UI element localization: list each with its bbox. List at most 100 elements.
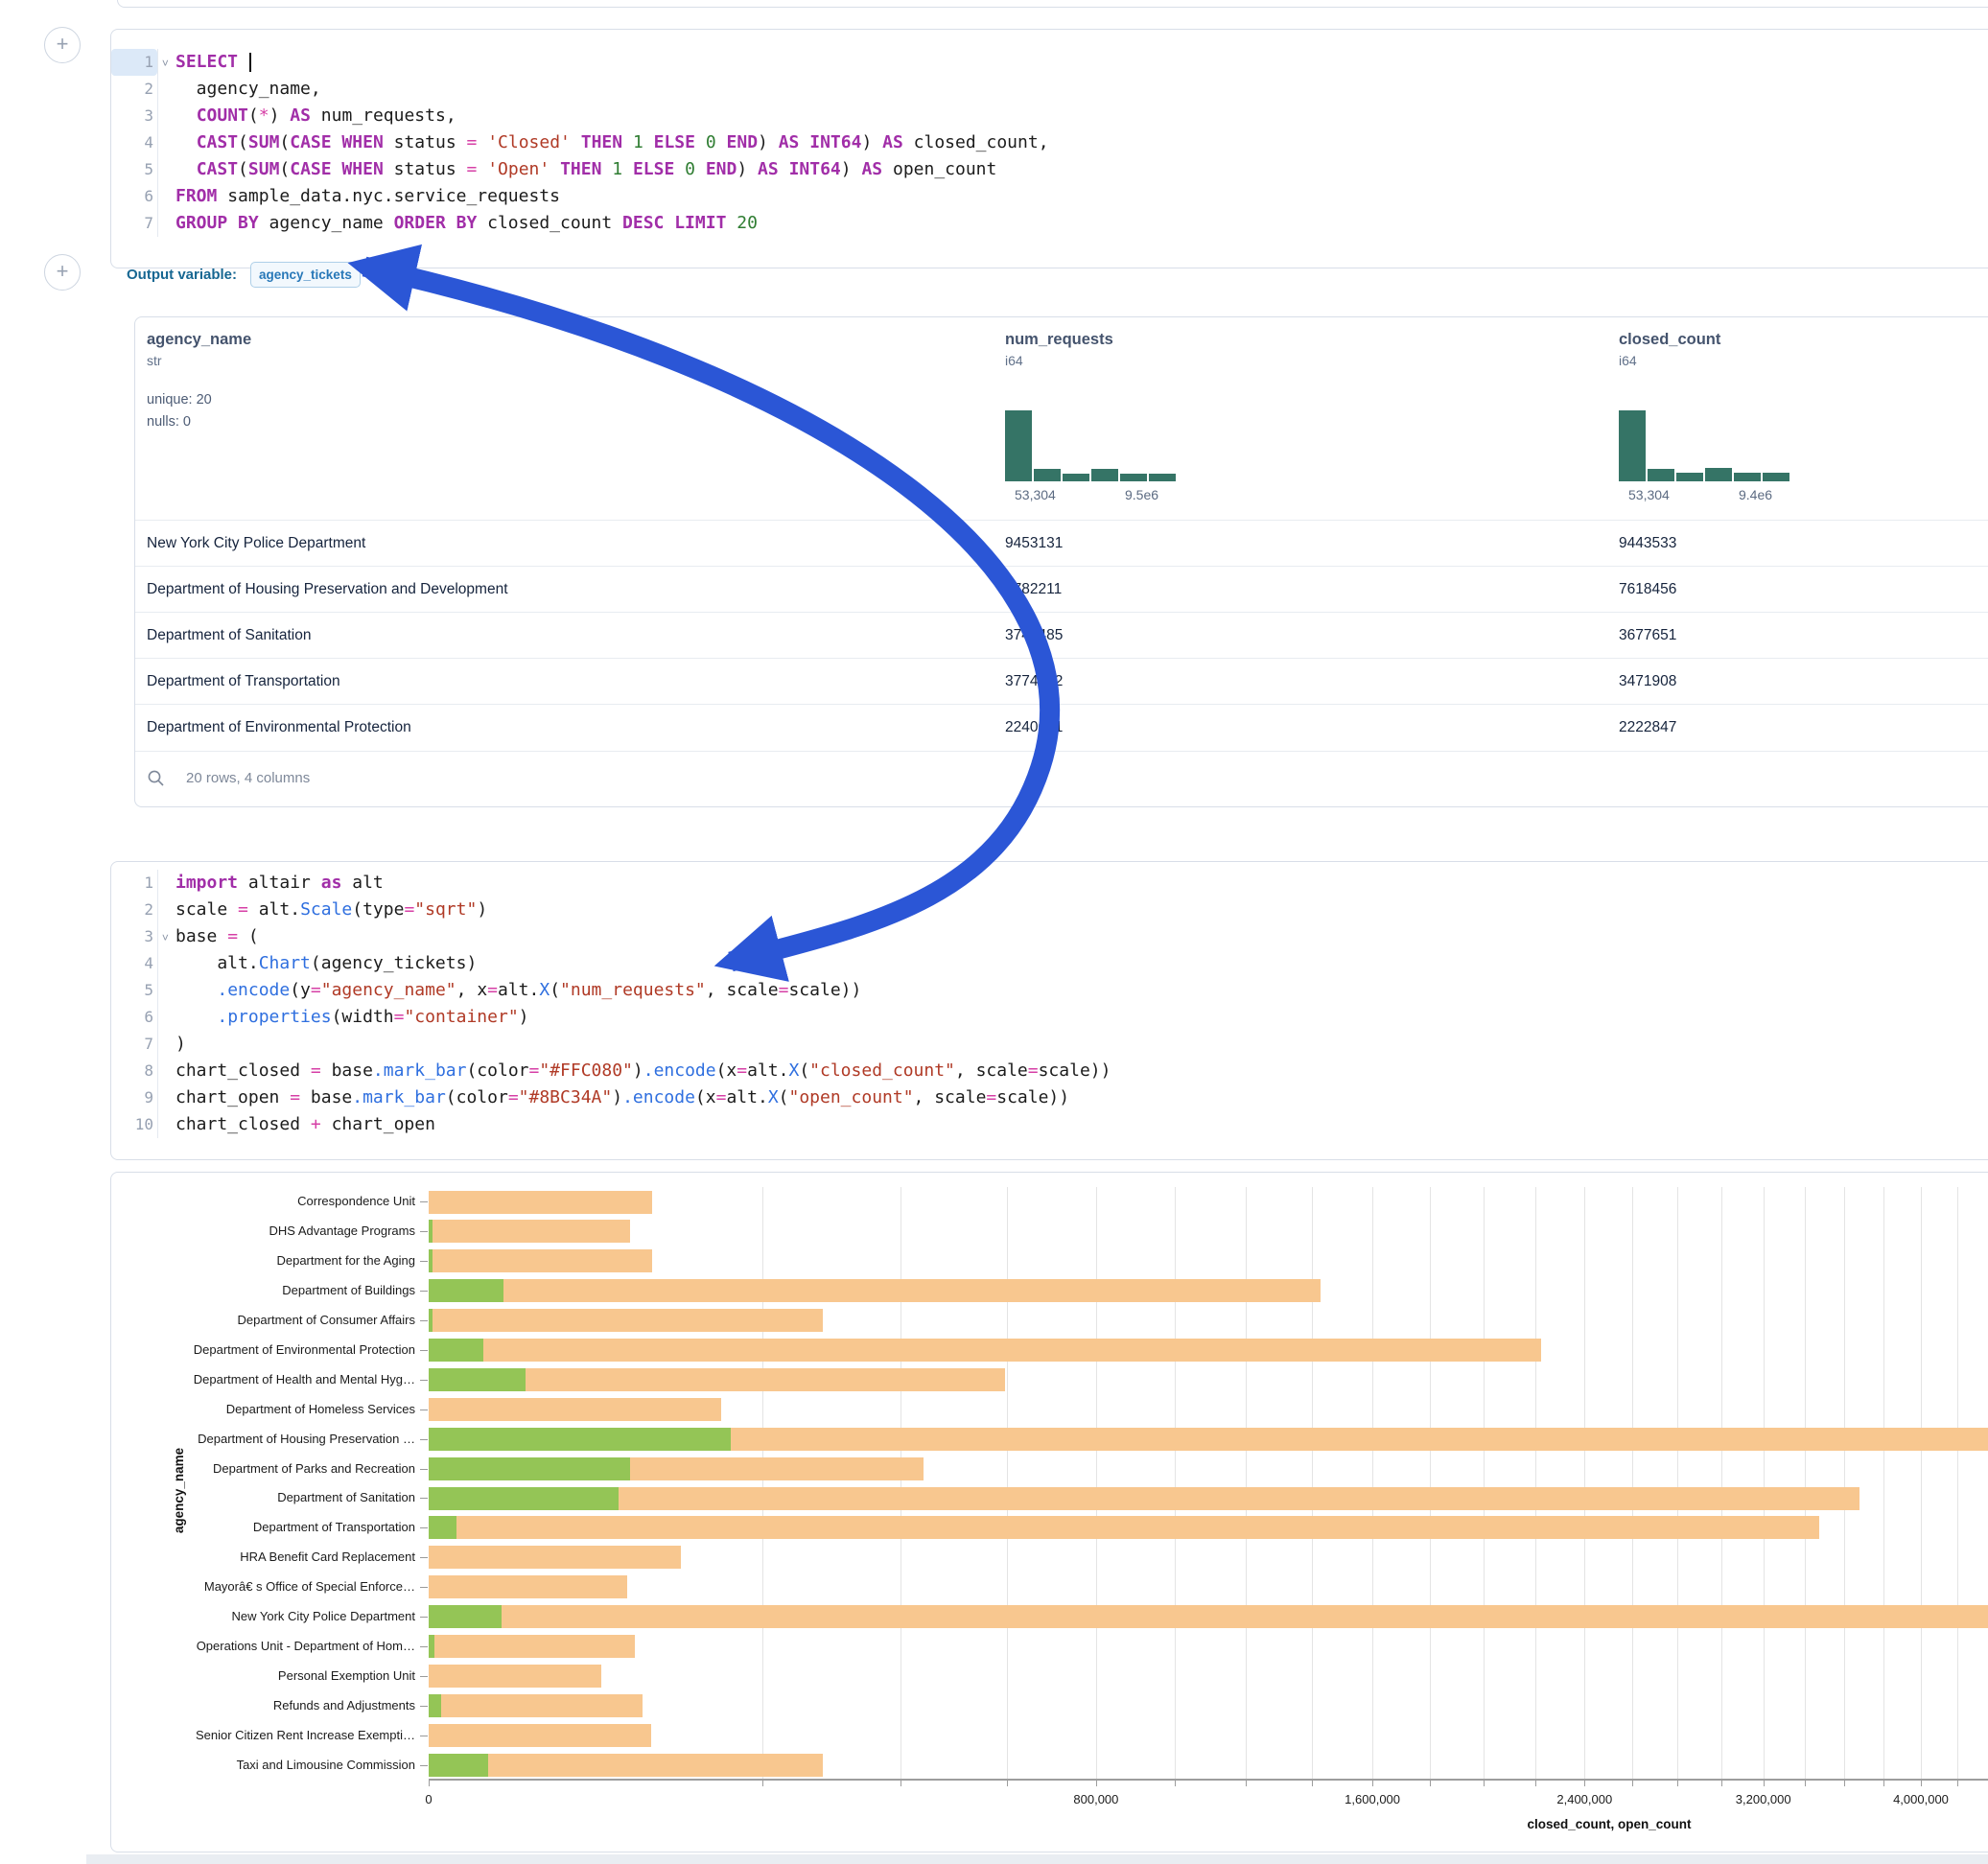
hist-min-label: 53,304	[1015, 487, 1056, 502]
output-variable-pill[interactable]: agency_tickets	[250, 262, 361, 288]
code-line[interactable]: 9chart_open = base.mark_bar(color="#8BC3…	[111, 1084, 1988, 1111]
code-line[interactable]: 7)	[111, 1031, 1988, 1058]
gridline	[1632, 1187, 1633, 1780]
table-cell: 2240041	[1005, 705, 1063, 751]
code-text: FROM sample_data.nyc.service_requests	[157, 183, 1988, 210]
table-cell: 7782211	[1005, 567, 1062, 613]
code-line[interactable]: 3˅base = (	[111, 923, 1988, 950]
add-cell-button[interactable]: +	[44, 254, 81, 291]
y-axis-tick	[420, 1261, 428, 1262]
stat-unique: unique: 20	[147, 389, 251, 411]
table-row[interactable]: Department of Transportation377489234719…	[135, 658, 1988, 705]
table-cell: 2222847	[1619, 705, 1676, 751]
sql-cell[interactable]: 1˅SELECT 2 agency_name,3 COUNT(*) AS num…	[110, 29, 1988, 268]
column-type: str	[147, 353, 251, 368]
fold-chevron-icon[interactable]: ˅	[162, 50, 169, 77]
table-row[interactable]: Department of Environmental Protection 22…	[135, 704, 1988, 752]
code-text: .encode(y="agency_name", x=alt.X("num_re…	[157, 977, 1988, 1004]
line-number: 2	[111, 897, 157, 923]
bar-open_count	[429, 1694, 441, 1717]
code-line[interactable]: 3 COUNT(*) AS num_requests,	[111, 103, 1988, 129]
table-cell: Department of Environmental Protection	[147, 705, 411, 751]
code-line[interactable]: 6FROM sample_data.nyc.service_requests	[111, 183, 1988, 210]
y-axis-label: Operations Unit - Department of Hom…	[111, 1639, 415, 1653]
bar-closed_count	[429, 1279, 1321, 1302]
gridline	[1677, 1187, 1678, 1780]
line-number: 9	[111, 1084, 157, 1111]
histogram-bar	[1063, 474, 1089, 481]
output-variable-row: Output variable: agency_tickets	[127, 257, 361, 291]
gridline	[1372, 1187, 1373, 1780]
y-axis-label: Department of Parks and Recreation	[111, 1461, 415, 1476]
bar-open_count	[429, 1220, 433, 1243]
histogram-bar	[1005, 410, 1032, 481]
histogram-bar	[1705, 468, 1732, 481]
table-row[interactable]: New York City Police Department945313194…	[135, 520, 1988, 567]
column-header-closed-count[interactable]: closed_count i64	[1619, 331, 1720, 368]
gridline	[762, 1187, 763, 1780]
bar-open_count	[429, 1754, 488, 1777]
table-cell: Department of Sanitation	[147, 613, 311, 659]
y-axis-label: Department of Environmental Protection	[111, 1342, 415, 1357]
histogram-bar	[1619, 410, 1646, 481]
code-line[interactable]: 4 alt.Chart(agency_tickets)	[111, 950, 1988, 977]
add-cell-button[interactable]: +	[44, 27, 81, 63]
x-axis-tick	[762, 1781, 763, 1786]
code-line[interactable]: 5 .encode(y="agency_name", x=alt.X("num_…	[111, 977, 1988, 1004]
code-text: CAST(SUM(CASE WHEN status = 'Closed' THE…	[157, 129, 1988, 156]
column-name: agency_name	[147, 331, 251, 349]
y-axis-label: Department of Transportation	[111, 1520, 415, 1534]
y-axis-label: Department of Sanitation	[111, 1490, 415, 1504]
x-axis-tick	[1921, 1781, 1922, 1786]
fold-chevron-icon[interactable]: ˅	[162, 924, 169, 951]
bar-open_count	[429, 1279, 503, 1302]
y-axis-label: Refunds and Adjustments	[111, 1698, 415, 1713]
dataframe-preview: agency_name str unique: 20 nulls: 0 num_…	[134, 316, 1988, 807]
sql-code-editor[interactable]: 1˅SELECT 2 agency_name,3 COUNT(*) AS num…	[111, 49, 1988, 237]
y-axis-tick	[420, 1231, 428, 1232]
python-code-editor[interactable]: 1import altair as alt2scale = alt.Scale(…	[111, 870, 1988, 1138]
table-row[interactable]: Department of Sanitation37494853677651	[135, 612, 1988, 659]
bar-open_count	[429, 1635, 434, 1658]
x-axis-tick	[1805, 1781, 1806, 1786]
search-icon[interactable]	[147, 769, 165, 787]
x-axis-tick	[1175, 1781, 1176, 1786]
code-line[interactable]: 4 CAST(SUM(CASE WHEN status = 'Closed' T…	[111, 129, 1988, 156]
table-cell: 3471908	[1619, 659, 1676, 705]
code-line[interactable]: 2scale = alt.Scale(type="sqrt")	[111, 897, 1988, 923]
table-cell: 3749485	[1005, 613, 1063, 659]
code-text: COUNT(*) AS num_requests,	[157, 103, 1988, 129]
x-axis-tick	[1584, 1781, 1585, 1786]
y-axis-tick	[420, 1439, 428, 1440]
table-row[interactable]: Department of Housing Preservation and D…	[135, 566, 1988, 613]
column-stats: unique: 20 nulls: 0	[147, 389, 251, 433]
line-number: 4	[111, 129, 157, 156]
y-axis-label: HRA Benefit Card Replacement	[111, 1549, 415, 1564]
code-line[interactable]: 5 CAST(SUM(CASE WHEN status = 'Open' THE…	[111, 156, 1988, 183]
python-cell[interactable]: 1import altair as alt2scale = alt.Scale(…	[110, 861, 1988, 1160]
y-axis-label: Department of Housing Preservation …	[111, 1432, 415, 1446]
code-line[interactable]: 2 agency_name,	[111, 76, 1988, 103]
code-line[interactable]: 1import altair as alt	[111, 870, 1988, 897]
output-variable-label: Output variable:	[127, 267, 237, 283]
column-header-agency-name[interactable]: agency_name str unique: 20 nulls: 0	[147, 331, 251, 433]
column-type: i64	[1619, 353, 1720, 368]
line-number: 5	[111, 977, 157, 1004]
x-axis-tick	[429, 1781, 430, 1786]
bar-closed_count	[429, 1191, 652, 1214]
code-line[interactable]: 1˅SELECT	[111, 49, 1988, 76]
line-number: 7	[111, 1031, 157, 1058]
code-line[interactable]: 8chart_closed = base.mark_bar(color="#FF…	[111, 1058, 1988, 1084]
y-axis-label: Department of Consumer Affairs	[111, 1313, 415, 1327]
code-text: import altair as alt	[157, 870, 1988, 897]
bar-open_count	[429, 1249, 433, 1272]
code-line[interactable]: 10chart_closed + chart_open	[111, 1111, 1988, 1138]
y-axis-tick	[420, 1676, 428, 1677]
line-number: 1˅	[111, 49, 157, 76]
code-line[interactable]: 6 .properties(width="container")	[111, 1004, 1988, 1031]
code-line[interactable]: 7GROUP BY agency_name ORDER BY closed_co…	[111, 210, 1988, 237]
column-header-num-requests[interactable]: num_requests i64	[1005, 331, 1113, 368]
x-axis-tick-label: 2,400,000	[1556, 1792, 1612, 1806]
table-cell: 7618456	[1619, 567, 1676, 613]
line-number: 3˅	[111, 923, 157, 950]
